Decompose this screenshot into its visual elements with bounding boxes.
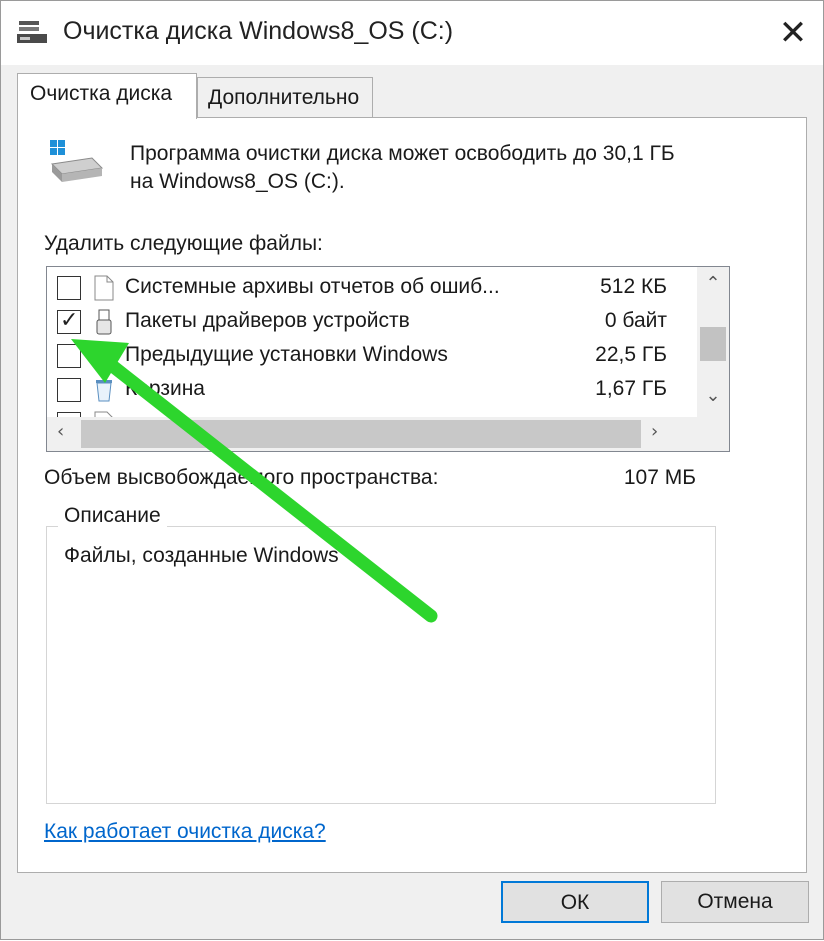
usb-driver-icon: [96, 309, 112, 335]
hard-drive-icon: [50, 140, 104, 182]
scroll-corner: [697, 417, 729, 451]
disk-cleanup-icon: [17, 21, 47, 43]
scroll-up-icon[interactable]: ⌃: [697, 273, 729, 294]
checkmark-icon: ✓: [60, 308, 79, 333]
file-icon: [94, 275, 114, 301]
tab-panel: Программа очистки диска может освободить…: [17, 117, 807, 873]
scroll-thumb[interactable]: [700, 327, 726, 361]
list-item[interactable]: Корзина 1,67 ГБ: [47, 373, 681, 407]
files-listbox[interactable]: Системные архивы отчетов об ошиб... 512 …: [46, 266, 730, 452]
checkbox[interactable]: ✓: [57, 308, 81, 334]
close-button[interactable]: ✕: [763, 1, 823, 65]
scroll-down-icon[interactable]: ⌄: [697, 385, 729, 406]
intro-line-1: Программа очистки диска может освободить…: [130, 142, 675, 165]
horizontal-scrollbar[interactable]: ‹ ›: [47, 417, 729, 451]
scroll-right-icon[interactable]: ›: [651, 421, 658, 442]
windows-icon: [95, 348, 113, 364]
ok-button[interactable]: ОК: [501, 881, 649, 923]
title-bar: Очистка диска Windows8_OS (C:) ✕: [1, 1, 823, 65]
scroll-thumb[interactable]: [81, 420, 641, 448]
recycle-bin-icon: [96, 380, 112, 402]
vertical-scrollbar[interactable]: ⌃ ⌄: [697, 267, 729, 417]
description-text: Файлы, созданные Windows: [64, 544, 339, 567]
space-label: Объем высвобождаемого пространства:: [44, 466, 439, 489]
intro-line-2: на Windows8_OS (C:).: [130, 170, 345, 193]
list-item[interactable]: Системные архивы отчетов об ошиб... 512 …: [47, 271, 681, 305]
description-title: Описание: [58, 504, 167, 528]
tab-disk-cleanup[interactable]: Очистка диска: [17, 73, 197, 119]
file-size: 0 байт: [604, 309, 667, 332]
space-value: 107 МБ: [623, 466, 696, 489]
tab-more-options[interactable]: Дополнительно: [197, 77, 373, 117]
list-item[interactable]: ✓ Пакеты драйверов устройств 0 байт: [47, 305, 681, 339]
cancel-button[interactable]: Отмена: [661, 881, 809, 923]
checkbox[interactable]: [57, 276, 81, 300]
file-name: Корзина: [125, 377, 205, 400]
file-size: 1,67 ГБ: [595, 377, 667, 400]
file-size: 22,5 ГБ: [595, 343, 667, 366]
intro-text: Программа очистки диска может освободить…: [130, 140, 770, 196]
checkbox[interactable]: [57, 378, 81, 402]
files-to-delete-label: Удалить следующие файлы:: [44, 232, 323, 255]
list-item[interactable]: Предыдущие установки Windows 22,5 ГБ: [47, 339, 681, 373]
file-name: Пакеты драйверов устройств: [125, 309, 410, 332]
file-name: Системные архивы отчетов об ошиб...: [125, 275, 500, 298]
scroll-left-icon[interactable]: ‹: [57, 421, 64, 442]
file-name: Предыдущие установки Windows: [125, 343, 448, 366]
disk-cleanup-dialog: Очистка диска Windows8_OS (C:) ✕ Очистка…: [0, 0, 824, 940]
checkbox[interactable]: [57, 344, 81, 368]
help-link[interactable]: Как работает очистка диска?: [44, 820, 326, 844]
file-size: 512 КБ: [600, 275, 667, 298]
window-title: Очистка диска Windows8_OS (C:): [63, 17, 454, 45]
